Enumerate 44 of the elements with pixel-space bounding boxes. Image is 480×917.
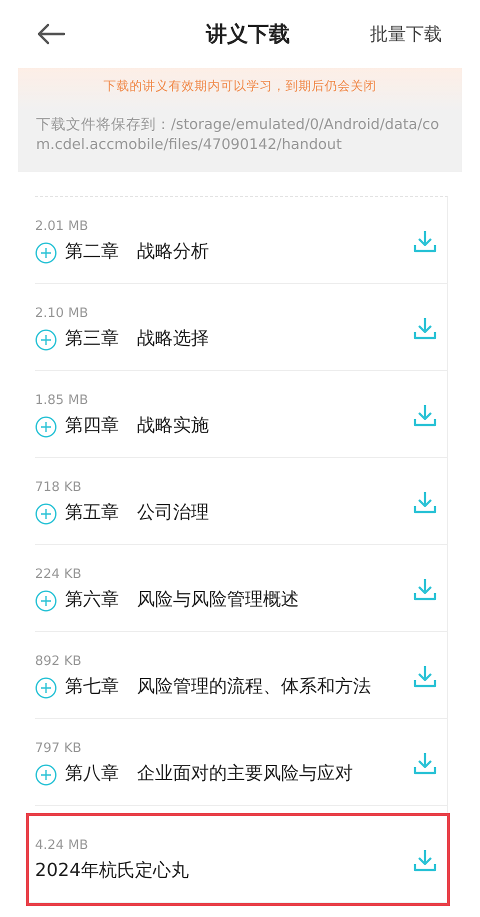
- download-icon[interactable]: [413, 751, 437, 775]
- expiry-notice: 下载的讲义有效期内可以学习，到期后仍会关闭: [102, 78, 378, 95]
- handout-title: 第四章 战略实施: [65, 414, 209, 438]
- file-size: 2.10 MB: [35, 306, 90, 320]
- download-icon[interactable]: [413, 229, 437, 253]
- handout-item[interactable]: 2.01 MB 第二章 战略分析: [35, 197, 447, 284]
- handout-item[interactable]: 1.85 MB 第四章 战略实施: [35, 371, 447, 458]
- expand-icon[interactable]: [35, 764, 57, 786]
- handout-title: 第三章 战略选择: [65, 326, 209, 350]
- handout-title: 第五章 公司治理: [65, 500, 209, 524]
- handout-title: 2024年杭氏定心丸: [35, 858, 189, 882]
- download-icon[interactable]: [413, 664, 437, 688]
- download-icon[interactable]: [413, 577, 437, 601]
- file-size: 2.01 MB: [35, 218, 90, 234]
- handout-item[interactable]: 224 KB 第六章 风险与风险管理概述: [35, 545, 447, 632]
- handout-title: 第七章 风险管理的流程、体系和方法: [65, 674, 371, 698]
- download-icon[interactable]: [413, 848, 437, 872]
- expand-icon[interactable]: [35, 502, 57, 524]
- expand-icon[interactable]: [35, 676, 57, 698]
- expand-icon[interactable]: [35, 590, 57, 612]
- handout-item[interactable]: 2.10 MB 第三章 战略选择: [35, 284, 447, 371]
- handout-item[interactable]: 892 KB 第七章 风险管理的流程、体系和方法: [35, 632, 447, 719]
- download-icon[interactable]: [413, 403, 437, 427]
- batch-download-button[interactable]: 批量下载: [370, 22, 442, 46]
- page-title: 讲义下载: [206, 21, 290, 48]
- file-size: 892 KB: [35, 654, 82, 668]
- save-path-text: 下载文件将保存到：/storage/emulated/0/Android/data/com.cdel.accmobile/files/47090142/handout: [36, 116, 440, 155]
- handout-title: 第二章 战略分析: [65, 240, 209, 264]
- file-size: 718 KB: [35, 480, 82, 494]
- file-size: 224 KB: [35, 566, 82, 582]
- handout-title: 第六章 风险与风险管理概述: [65, 588, 299, 612]
- expand-icon[interactable]: [35, 328, 57, 350]
- handout-item[interactable]: 797 KB 第八章 企业面对的主要风险与应对: [35, 719, 447, 806]
- highlighted-item[interactable]: 4.24 MB 2024年杭氏定心丸: [29, 816, 447, 903]
- handout-item[interactable]: 718 KB 第五章 公司治理: [35, 458, 447, 545]
- back-icon[interactable]: [36, 23, 66, 45]
- expand-icon[interactable]: [35, 416, 57, 438]
- file-size: 1.85 MB: [35, 392, 90, 408]
- file-size: 4.24 MB: [35, 838, 90, 852]
- file-size: 797 KB: [35, 740, 82, 756]
- download-icon[interactable]: [413, 490, 437, 514]
- handout-title: 第八章 企业面对的主要风险与应对: [65, 762, 353, 786]
- download-icon[interactable]: [413, 316, 437, 340]
- expand-icon[interactable]: [35, 242, 57, 264]
